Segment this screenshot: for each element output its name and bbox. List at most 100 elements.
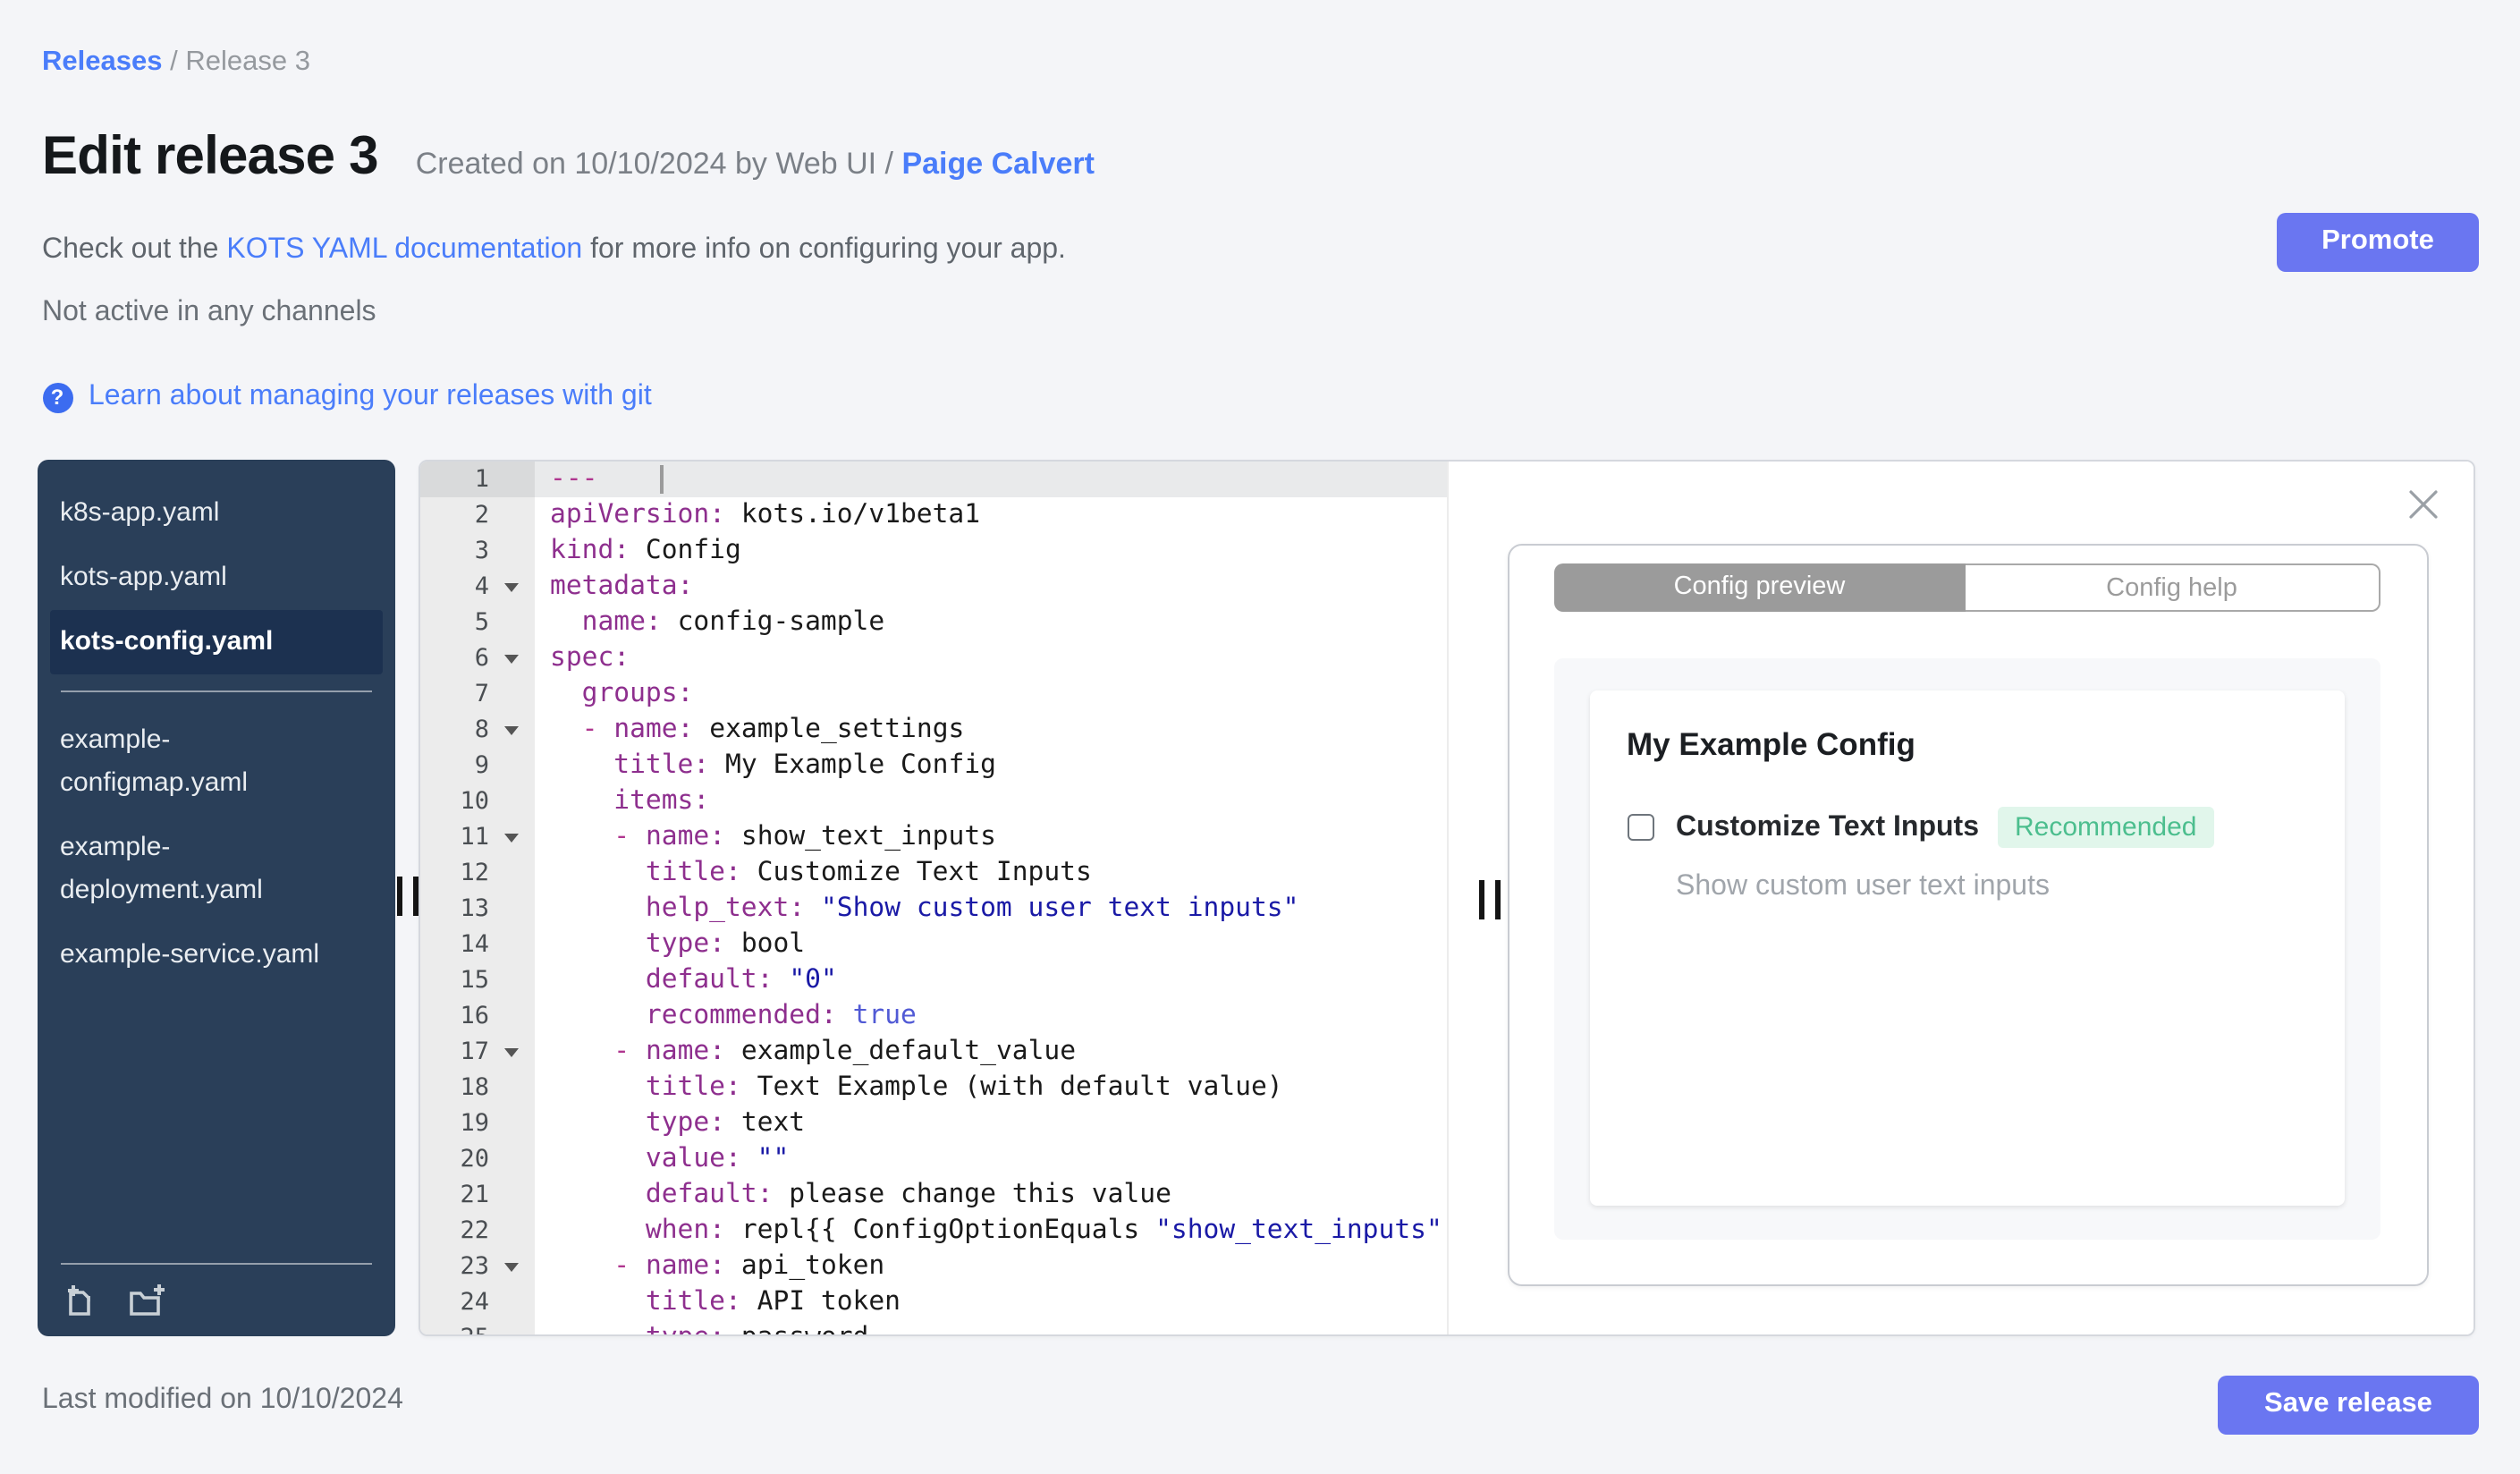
code-line: type: password: [534, 1320, 1446, 1334]
code-line: ---: [534, 462, 1446, 497]
channel-status-text: Not active in any channels: [42, 297, 376, 327]
title-row: Edit release 3 Created on 10/10/2024 by …: [42, 127, 1095, 188]
gutter-line-number: 24: [460, 1288, 489, 1317]
add-folder-icon[interactable]: [126, 1283, 165, 1320]
code-line: - name: example_default_value: [613, 1036, 1077, 1066]
file-item[interactable]: kots-app.yaml: [37, 546, 395, 610]
config-item-help-text: Show custom user text inputs: [1676, 871, 2050, 902]
gutter-line-number: 20: [460, 1145, 489, 1173]
gutter-line-number: 3: [474, 537, 489, 565]
gutter-line-number: 16: [460, 1002, 489, 1030]
gutter-line-number: 13: [460, 894, 489, 923]
config-group-card: My Example Config Customize Text Inputs …: [1589, 690, 2344, 1206]
gutter-line-number: 7: [474, 680, 489, 708]
code-line: - name: show_text_inputs: [613, 821, 996, 851]
gutter-line-number: 21: [460, 1181, 489, 1209]
code-line: when: repl{{ ConfigOptionEquals "show_te…: [645, 1215, 1442, 1245]
gutter-line-number: 19: [460, 1109, 489, 1138]
preview-resize-handle[interactable]: [1478, 880, 1501, 919]
file-item[interactable]: kots-config.yaml: [49, 610, 383, 674]
gutter-line-number: 10: [460, 787, 489, 816]
code-line: help_text: "Show custom user text inputs…: [645, 893, 1299, 923]
config-render-zone: My Example Config Customize Text Inputs …: [1553, 658, 2380, 1240]
add-file-icon[interactable]: [60, 1283, 97, 1320]
config-group-title: My Example Config: [1627, 726, 1915, 762]
breadcrumb-releases-link[interactable]: Releases: [42, 47, 162, 77]
created-meta: Created on 10/10/2024 by Web UI / Paige …: [416, 147, 1095, 182]
editor-gutter: 1234567891011121314151617181920212223242…: [419, 462, 534, 1334]
gutter-line-number: 25: [419, 1320, 534, 1334]
breadcrumb-current: Release 3: [185, 47, 310, 77]
code-line: metadata:: [550, 571, 694, 601]
code-line: title: Text Example (with default value): [645, 1072, 1283, 1102]
gutter-line-number: 5: [474, 608, 489, 637]
code-line: title: My Example Config: [613, 750, 996, 780]
fold-arrow-icon[interactable]: [503, 655, 518, 664]
file-item[interactable]: k8s-app.yaml: [37, 481, 395, 546]
author-link[interactable]: Paige Calvert: [901, 147, 1094, 181]
recommended-badge: Recommended: [1997, 807, 2215, 848]
file-list: k8s-app.yaml kots-app.yaml kots-config.yam…: [37, 460, 395, 987]
gutter-line-number: 4: [419, 569, 534, 605]
file-tree-sidebar: k8s-app.yaml kots-app.yaml kots-config.yam…: [37, 460, 395, 1336]
code-line: apiVersion: kots.io/v1beta1: [550, 499, 981, 529]
file-list-divider: [60, 690, 372, 692]
close-icon[interactable]: [2406, 488, 2439, 521]
gutter-line-number: 14: [460, 930, 489, 959]
gutter-line-number: 15: [460, 966, 489, 995]
code-line: type: text: [645, 1107, 806, 1138]
file-item[interactable]: example-configmap.yaml: [37, 708, 395, 816]
code-line: - name: example_settings: [581, 714, 965, 744]
code-line: type: bool: [645, 928, 806, 959]
breadcrumb: Releases / Release 3: [42, 47, 310, 79]
fold-arrow-icon[interactable]: [503, 834, 518, 843]
config-item-label: Customize Text Inputs: [1676, 811, 1979, 842]
fold-arrow-icon[interactable]: [503, 1263, 518, 1272]
tab-config-preview[interactable]: Config preview: [1553, 563, 1966, 612]
file-item[interactable]: example-deployment.yaml: [37, 816, 395, 923]
file-item[interactable]: example-service.yaml: [37, 923, 395, 987]
breadcrumb-separator: /: [170, 47, 178, 77]
code-line: default: "0": [645, 964, 837, 995]
code-line: - name: api_token: [613, 1250, 885, 1281]
doc-hint-line: Check out the KOTS YAML documentation fo…: [42, 234, 1066, 267]
sidebar-footer: [60, 1263, 372, 1320]
code-line: name: config-sample: [581, 606, 885, 637]
fold-arrow-icon[interactable]: [503, 726, 518, 735]
release-editor-panel: 1234567891011121314151617181920212223242…: [418, 460, 2474, 1336]
config-item-row: Customize Text Inputs Recommended: [1627, 807, 2344, 848]
doc-hint-prefix: Check out the: [42, 234, 227, 265]
gutter-line-number: 1: [419, 462, 534, 497]
code-line: groups:: [581, 678, 694, 708]
code-line: default: please change this value: [645, 1179, 1171, 1209]
kots-doc-link[interactable]: KOTS YAML documentation: [226, 234, 582, 265]
last-modified-text: Last modified on 10/10/2024: [42, 1385, 403, 1415]
config-preview-pane: Config preview Config help My Example Co…: [1448, 462, 2473, 1334]
code-line: kind: Config: [550, 535, 741, 565]
question-mark-icon: ?: [42, 382, 72, 412]
fold-arrow-icon[interactable]: [503, 1048, 518, 1057]
promote-button[interactable]: Promote: [2277, 212, 2479, 271]
fold-arrow-icon[interactable]: [503, 583, 518, 592]
edit-release-page: Releases / Release 3 Edit release 3 Crea…: [0, 0, 2520, 1474]
sidebar-resize-handle[interactable]: [396, 877, 419, 916]
preview-tabs: Config preview Config help: [1553, 563, 2380, 612]
code-line: recommended: true: [645, 1000, 917, 1030]
created-text: Created on 10/10/2024 by Web UI /: [415, 147, 893, 181]
git-releases-link[interactable]: Learn about managing your releases with …: [89, 381, 652, 413]
gutter-line-number: 12: [460, 859, 489, 887]
yaml-editor: 1234567891011121314151617181920212223242…: [419, 462, 1448, 1334]
gutter-line-number: 2: [474, 501, 489, 529]
code-line: title: API token: [645, 1286, 901, 1317]
gutter-line-number: 11: [419, 819, 534, 855]
code-line: value: "": [645, 1143, 790, 1173]
config-checkbox[interactable]: [1627, 813, 1654, 842]
tab-config-help[interactable]: Config help: [1966, 563, 2380, 612]
code-editor-area[interactable]: --- apiVersion: kots.io/v1beta1 kind: Conf…: [534, 462, 1446, 1334]
config-preview-card: Config preview Config help My Example Co…: [1507, 544, 2428, 1286]
save-release-button[interactable]: Save release: [2218, 1375, 2479, 1434]
git-help-row: ? Learn about managing your releases wit…: [42, 381, 652, 413]
gutter-line-number: 9: [474, 751, 489, 780]
code-line: spec:: [550, 642, 630, 673]
gutter-line-number: 6: [419, 640, 534, 676]
